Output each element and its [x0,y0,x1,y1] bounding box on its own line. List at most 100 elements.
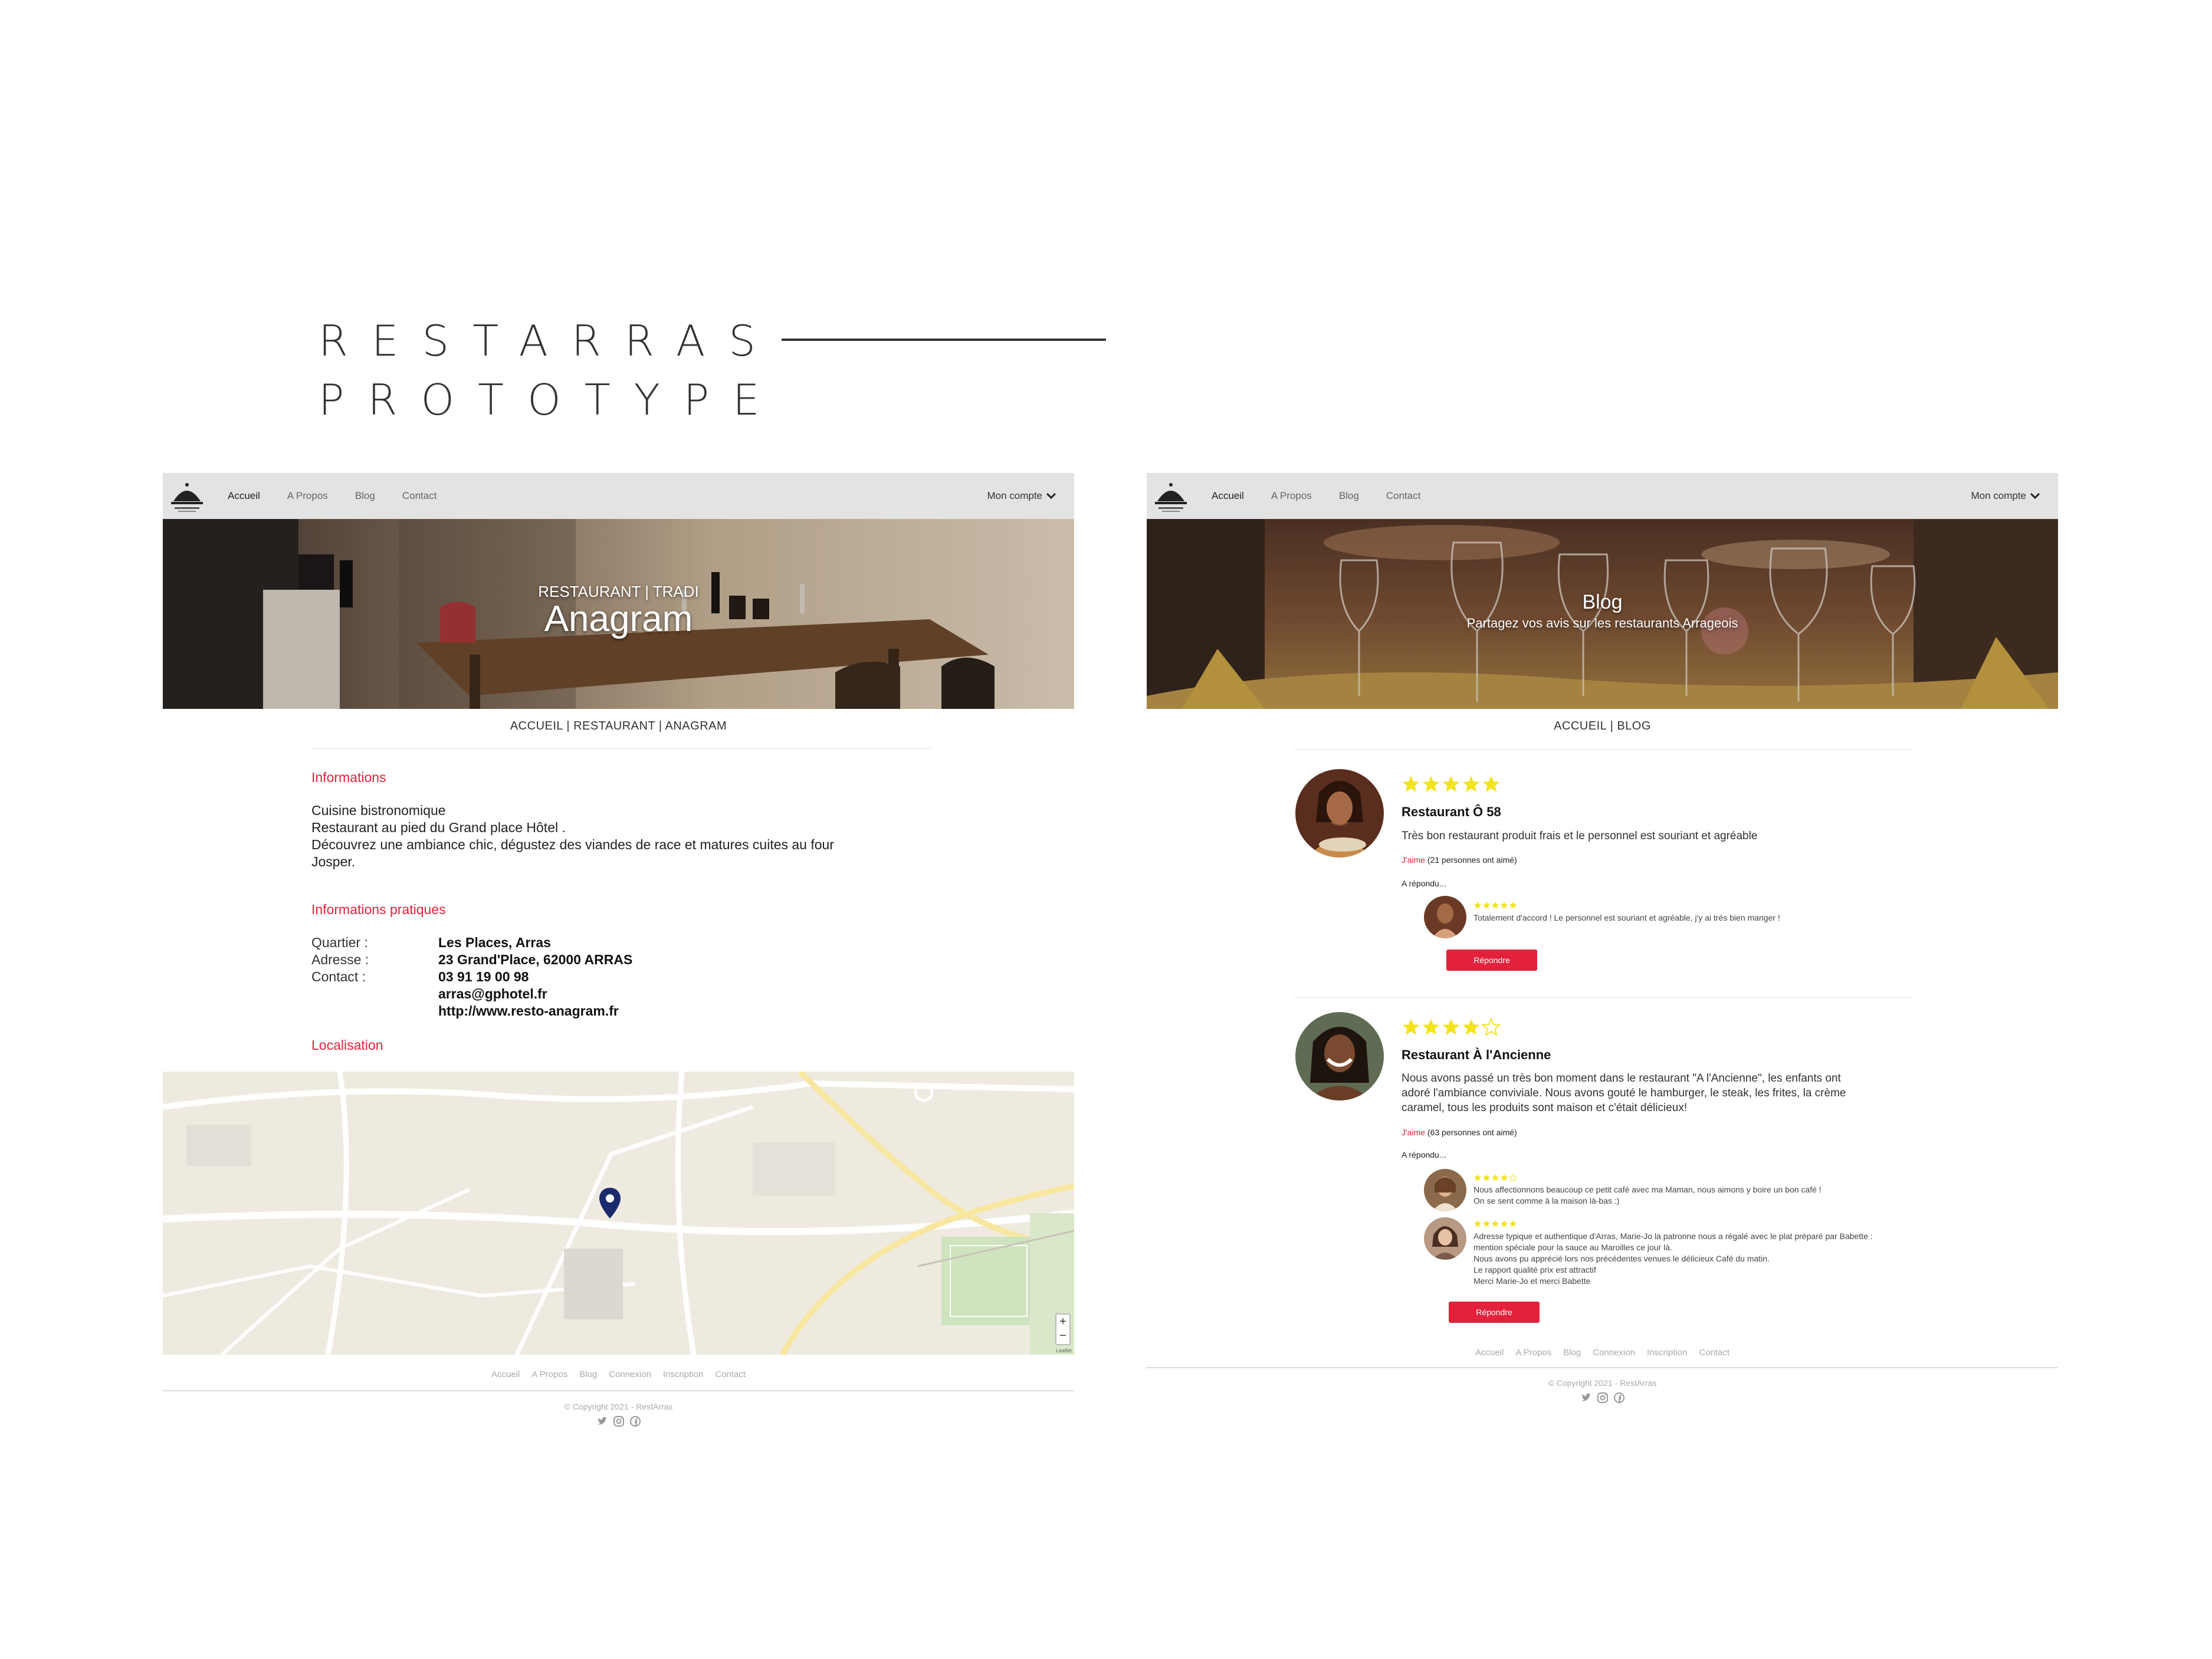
star-filled-icon [1500,901,1508,909]
twitter-icon[interactable] [1580,1392,1592,1404]
info-contact: Contact : 03 91 19 00 98 [311,968,529,985]
heading-rule [782,339,1106,341]
footer-link-blog[interactable]: Blog [579,1369,597,1379]
footer-links: Accueil A Propos Blog Connexion Inscript… [1147,1348,2058,1358]
nav-a-propos[interactable]: A Propos [1271,490,1312,502]
like-button[interactable]: J'aime [1402,1128,1425,1137]
account-menu[interactable]: Mon compte [987,473,1056,519]
avatar[interactable] [1295,1012,1384,1100]
hero-title: Anagram [544,599,693,639]
star-filled-icon [1402,1019,1420,1035]
cloche-icon[interactable] [169,477,205,515]
facebook-icon[interactable] [1613,1392,1625,1404]
adresse-value: 23 Grand'Place, 62000 ARRAS [438,952,633,967]
footer-link-connexion[interactable]: Connexion [1593,1348,1635,1358]
cloche-icon[interactable] [1153,477,1189,515]
post-divider [1294,997,1914,998]
star-filled-icon [1482,776,1500,792]
footer-link-blog[interactable]: Blog [1563,1348,1581,1358]
reply-button[interactable]: Répondre [1446,950,1537,971]
reply-rating-stars [1473,1220,1518,1228]
info-adresse: Adresse : 23 Grand'Place, 62000 ARRAS [311,951,632,968]
hero-title: Blog [1582,591,1623,613]
restaurant-description: Cuisine bistronomique Restaurant au pied… [311,802,901,870]
footer-link-inscription[interactable]: Inscription [663,1369,703,1379]
footer-link-accueil[interactable]: Accueil [491,1369,520,1379]
star-filled-icon [1500,1174,1508,1181]
map-zoom-control[interactable]: + − [1055,1313,1071,1345]
reply-rating-stars [1473,901,1518,909]
contact-label: Contact : [311,969,366,984]
twitter-icon[interactable] [596,1415,608,1427]
star-empty-icon [1509,1174,1517,1182]
description-line: Restaurant au pied du Grand place Hôtel … [311,820,566,835]
section-heading-practical: Informations pratiques [311,902,446,917]
map-pin-icon[interactable] [598,1187,622,1220]
star-filled-icon [1509,901,1517,909]
avatar[interactable] [1295,769,1384,858]
restaurant-page-mockup: Accueil A Propos Blog Contact Mon compte [163,473,1074,1440]
account-label: Mon compte [987,490,1042,501]
zoom-out-icon[interactable]: − [1056,1329,1069,1343]
reply-text: Nous affectionnons beaucoup ce petit caf… [1473,1184,1822,1207]
footer-links: Accueil A Propos Blog Connexion Inscript… [163,1369,1074,1379]
footer-link-connexion[interactable]: Connexion [609,1369,651,1379]
adresse-label: Adresse : [311,952,369,967]
nav-accueil[interactable]: Accueil [1212,490,1244,502]
website-link[interactable]: http://www.resto-anagram.fr [438,1003,619,1020]
section-heading-informations: Informations [311,770,386,785]
nav-a-propos[interactable]: A Propos [287,490,328,502]
email-link[interactable]: arras@gphotel.fr [438,985,547,1003]
info-email: arras@gphotel.fr [311,985,547,1003]
map[interactable]: + − Leaflet [163,1072,1074,1355]
reply-text: Adresse typique et authentique d'Arras, … [1473,1231,1873,1287]
reply-button[interactable]: Répondre [1449,1302,1540,1323]
description-line: Josper. [311,854,356,869]
star-filled-icon [1509,1220,1517,1227]
footer-link-a-propos[interactable]: A Propos [531,1369,567,1379]
likes-text: (21 personnes ont aimé) [1427,855,1517,865]
instagram-icon[interactable] [613,1415,625,1427]
reply-avatar[interactable] [1424,1169,1466,1211]
star-filled-icon [1473,901,1482,909]
footer-link-inscription[interactable]: Inscription [1647,1348,1687,1358]
reply-avatar[interactable] [1424,896,1466,938]
hero-subtitle: Partagez vos avis sur les restaurants Ar… [1466,616,1738,630]
footer-divider [1147,1367,2058,1368]
nav-contact[interactable]: Contact [402,490,437,502]
footer-link-accueil[interactable]: Accueil [1475,1348,1504,1358]
star-filled-icon [1442,776,1460,792]
zoom-in-icon[interactable]: + [1056,1315,1069,1329]
facebook-icon[interactable] [629,1415,641,1427]
nav-accueil[interactable]: Accueil [228,490,260,502]
star-filled-icon [1473,1174,1482,1181]
footer-link-contact[interactable]: Contact [1699,1348,1729,1358]
star-filled-icon [1491,1220,1499,1227]
post-title: Restaurant Ô 58 [1402,804,1501,819]
section-heading-localisation: Localisation [311,1037,383,1053]
phone-value[interactable]: 03 91 19 00 98 [438,968,529,985]
heading-line-1: RESTARRAS [319,316,779,366]
map-attribution[interactable]: Leaflet [1056,1348,1072,1354]
nav-contact[interactable]: Contact [1386,490,1421,502]
instagram-icon[interactable] [1597,1392,1609,1404]
account-label: Mon compte [1971,490,2026,501]
nav-blog[interactable]: Blog [1339,490,1359,502]
account-menu[interactable]: Mon compte [1971,473,2040,519]
star-filled-icon [1482,1220,1491,1227]
reply-text: Totalement d'accord ! Le personnel est s… [1473,912,1780,924]
footer-link-contact[interactable]: Contact [715,1369,746,1379]
nav-blog[interactable]: Blog [355,490,375,502]
reply-line: On se sent comme à la maison là-bas :) [1473,1196,1620,1205]
social-icons [1147,1392,2058,1404]
copyright: © Copyright 2021 - RestArras [1548,1378,1657,1388]
reply-avatar[interactable] [1424,1217,1466,1260]
footer-divider [163,1390,1074,1391]
quartier-label: Quartier : [311,935,368,950]
star-filled-icon [1462,776,1480,792]
star-filled-icon [1482,901,1491,909]
like-button[interactable]: J'aime [1402,855,1425,865]
post-text: Nous avons passé un très bon moment dans… [1402,1071,1846,1115]
footer-link-a-propos[interactable]: A Propos [1515,1348,1551,1358]
description-line: Cuisine bistronomique [311,803,446,818]
